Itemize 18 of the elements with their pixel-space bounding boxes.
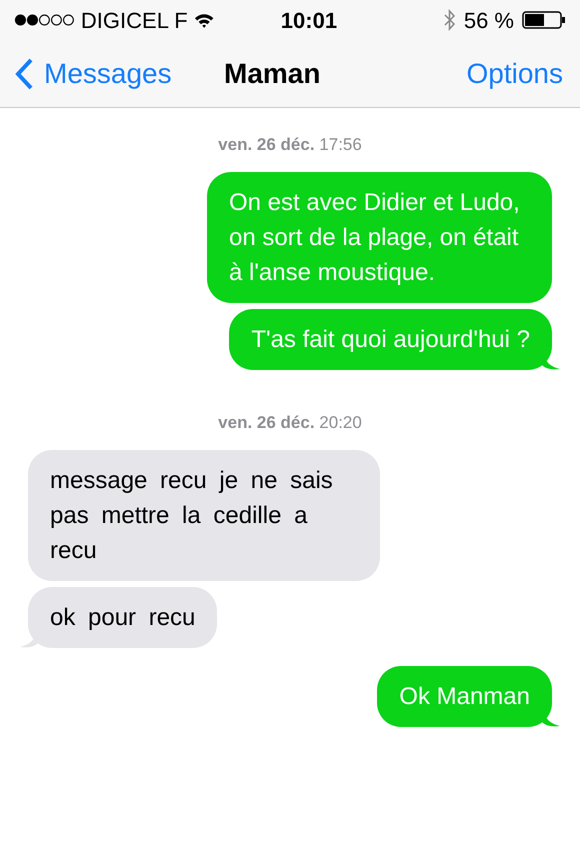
signal-icon (14, 13, 75, 27)
options-button[interactable]: Options (466, 52, 566, 94)
timestamp: ven. 26 déc. 20:20 (218, 412, 362, 434)
sent-message-bubble: On est avec Didier et Ludo, on sort de la plage, on était à l'anse moustique. (207, 172, 552, 303)
received-message-bubble: message recu je ne sais pas mettre la cedille a recu (28, 450, 380, 581)
battery-percent: 56 % (464, 6, 514, 34)
sent-message-bubble: Ok Manman (377, 666, 552, 727)
received-message-bubble: ok pour recu (28, 587, 218, 648)
back-button[interactable]: Messages (14, 52, 224, 94)
bluetooth-icon (444, 9, 456, 31)
sent-message-bubble: T'as fait quoi aujourd'hui ? (229, 309, 552, 370)
conversation-title: Maman (224, 56, 320, 90)
chevron-left-icon (14, 56, 34, 90)
timestamp: ven. 26 déc. 17:56 (218, 134, 362, 156)
wifi-icon (194, 12, 214, 28)
clock: 10:01 (280, 6, 338, 34)
battery-icon (522, 11, 566, 29)
carrier-name: DIGICEL F (80, 6, 188, 34)
